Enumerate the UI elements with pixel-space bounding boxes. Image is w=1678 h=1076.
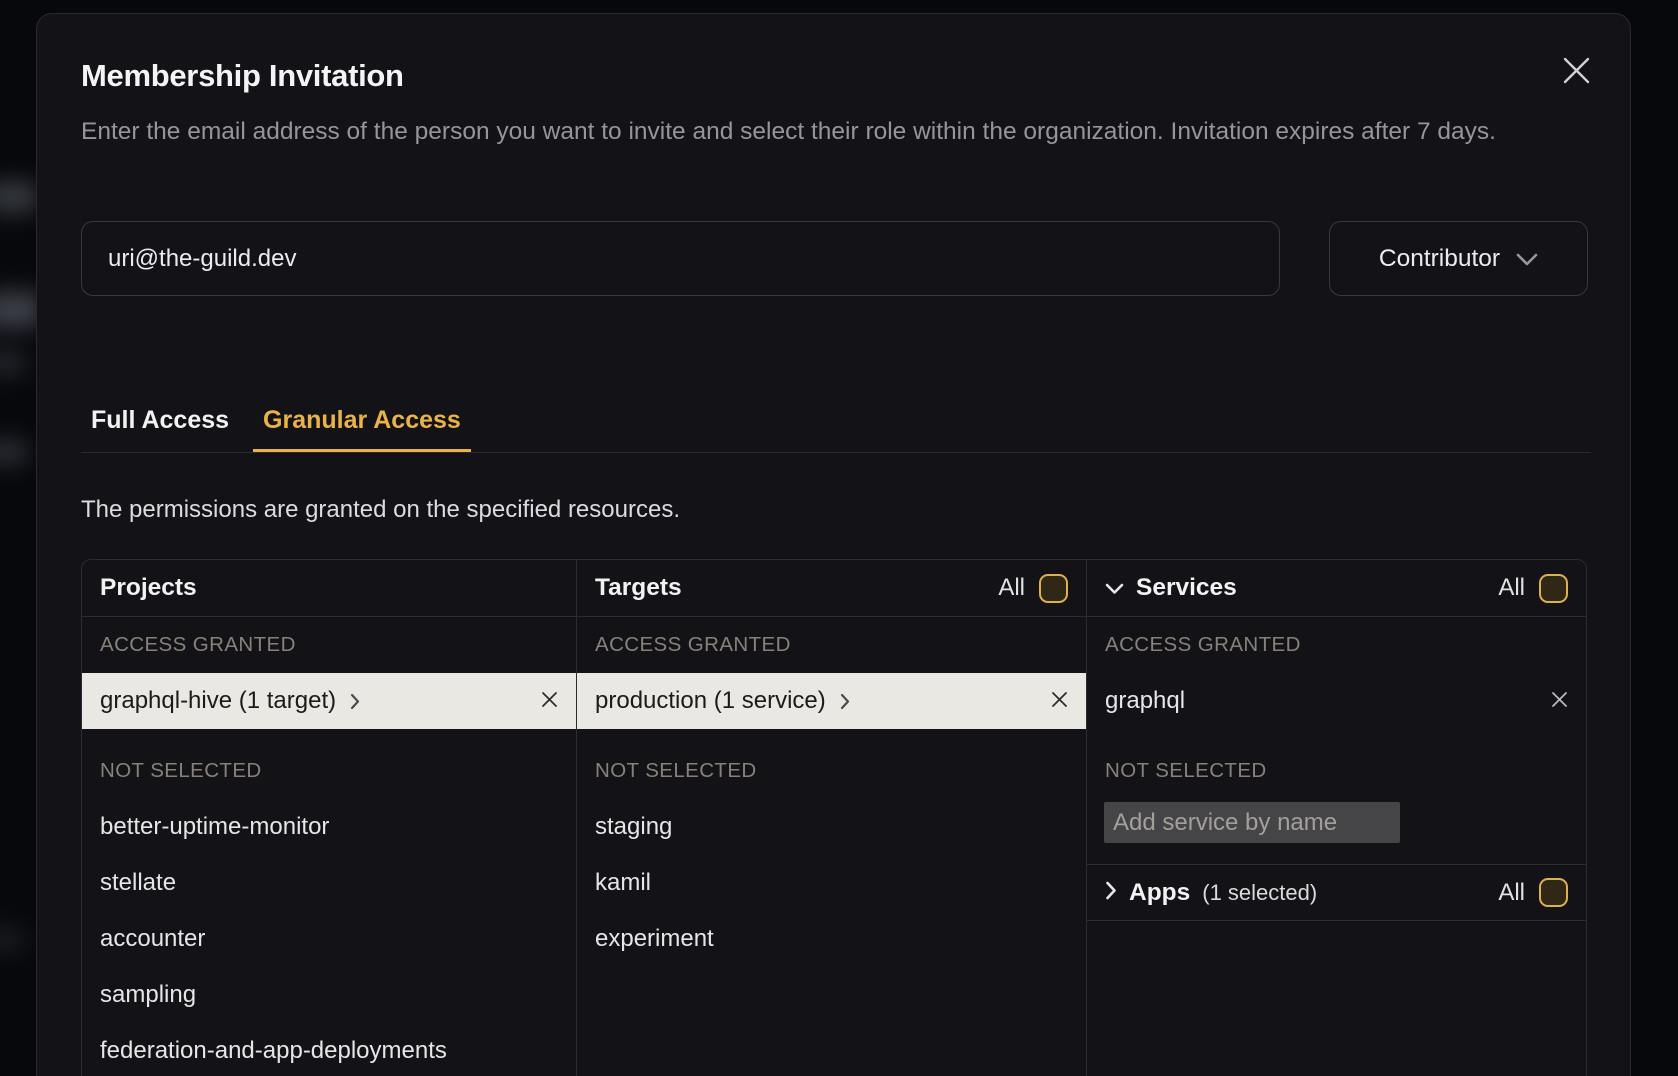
- backdrop-blur-artifact: [0, 440, 28, 464]
- backdrop-blur-artifact: [0, 928, 24, 950]
- tab-granular-access-label: Granular Access: [263, 406, 461, 435]
- target-list-item[interactable]: experiment: [577, 911, 1086, 967]
- services-all-checkbox[interactable]: [1539, 574, 1568, 603]
- tab-full-access[interactable]: Full Access: [81, 397, 239, 452]
- services-column-header[interactable]: Services All: [1086, 560, 1586, 617]
- close-icon: [541, 691, 558, 711]
- close-icon: [1051, 691, 1068, 711]
- permissions-note: The permissions are granted on the speci…: [81, 496, 680, 524]
- project-item-label: federation-and-app-deployments: [100, 1037, 447, 1065]
- target-item-label: experiment: [595, 925, 714, 953]
- backdrop-blur-artifact: [0, 182, 38, 212]
- chevron-right-icon: [840, 693, 850, 710]
- target-selected-row[interactable]: production (1 service): [577, 673, 1086, 729]
- remove-project-button[interactable]: [541, 691, 558, 711]
- chevron-down-icon: [1516, 245, 1538, 273]
- project-selected-name: graphql-hive (1 target): [100, 687, 336, 715]
- targets-access-granted-label: ACCESS GRANTED: [577, 617, 1086, 673]
- add-service-input[interactable]: [1104, 802, 1400, 843]
- targets-column-header: Targets All: [576, 560, 1086, 617]
- chevron-right-icon: [1105, 881, 1117, 905]
- projects-column-header: Projects: [82, 560, 576, 617]
- chevron-down-icon: [1105, 574, 1124, 602]
- project-item-label: sampling: [100, 981, 196, 1009]
- access-tabs: Full Access Granular Access: [81, 397, 1591, 453]
- chevron-right-icon: [350, 693, 360, 710]
- targets-header-label: Targets: [595, 574, 682, 602]
- target-list-item[interactable]: staging: [577, 799, 1086, 855]
- services-header-label: Services: [1136, 574, 1237, 602]
- backdrop-blur-artifact: [0, 352, 26, 374]
- apps-all-checkbox[interactable]: [1539, 878, 1568, 907]
- projects-access-granted-label: ACCESS GRANTED: [82, 617, 576, 673]
- apps-label: Apps: [1129, 879, 1190, 907]
- service-granted-name: graphql: [1105, 687, 1185, 715]
- project-item-label: accounter: [100, 925, 205, 953]
- project-list-item[interactable]: federation-and-app-deployments: [82, 1023, 576, 1076]
- tab-granular-access[interactable]: Granular Access: [253, 397, 471, 452]
- resources-table: Projects Targets All Services All: [81, 559, 1587, 1076]
- targets-column: ACCESS GRANTED production (1 service) NO…: [576, 617, 1086, 1076]
- role-dropdown[interactable]: Contributor: [1329, 221, 1588, 296]
- services-not-selected-label: NOT SELECTED: [1087, 743, 1586, 799]
- apps-selected-count: (1 selected): [1202, 880, 1317, 906]
- table-body-row: ACCESS GRANTED graphql-hive (1 target) N…: [82, 617, 1586, 1076]
- target-list-item[interactable]: kamil: [577, 855, 1086, 911]
- targets-all-label: All: [998, 574, 1025, 602]
- services-access-granted-label: ACCESS GRANTED: [1087, 617, 1586, 673]
- apps-section-header[interactable]: Apps (1 selected) All: [1087, 864, 1586, 921]
- target-selected-name: production (1 service): [595, 687, 826, 715]
- targets-not-selected-label: NOT SELECTED: [577, 743, 1086, 799]
- target-item-label: staging: [595, 813, 672, 841]
- target-item-label: kamil: [595, 869, 651, 897]
- table-header-row: Projects Targets All Services All: [82, 560, 1586, 617]
- services-all-label: All: [1498, 574, 1525, 602]
- dialog-description: Enter the email address of the person yo…: [81, 113, 1591, 150]
- project-item-label: better-uptime-monitor: [100, 813, 329, 841]
- apps-all-label: All: [1498, 879, 1525, 907]
- close-icon: [1563, 57, 1590, 87]
- project-list-item[interactable]: accounter: [82, 911, 576, 967]
- targets-all-checkbox[interactable]: [1039, 574, 1068, 603]
- email-field[interactable]: [81, 221, 1280, 296]
- project-selected-row[interactable]: graphql-hive (1 target): [82, 673, 576, 729]
- membership-invitation-dialog: Membership Invitation Enter the email ad…: [36, 13, 1631, 1076]
- project-list-item[interactable]: sampling: [82, 967, 576, 1023]
- tab-full-access-label: Full Access: [91, 406, 229, 435]
- remove-service-button[interactable]: [1551, 691, 1568, 711]
- project-list-item[interactable]: stellate: [82, 855, 576, 911]
- dialog-title: Membership Invitation: [81, 58, 404, 94]
- projects-column: ACCESS GRANTED graphql-hive (1 target) N…: [82, 617, 576, 1076]
- projects-not-selected-label: NOT SELECTED: [82, 743, 576, 799]
- role-dropdown-value: Contributor: [1379, 245, 1500, 273]
- remove-target-button[interactable]: [1051, 691, 1068, 711]
- close-button[interactable]: [1560, 56, 1592, 88]
- project-list-item[interactable]: better-uptime-monitor: [82, 799, 576, 855]
- close-icon: [1551, 691, 1568, 711]
- services-column: ACCESS GRANTED graphql NOT SELECTED: [1086, 617, 1586, 1076]
- project-item-label: stellate: [100, 869, 176, 897]
- service-granted-row[interactable]: graphql: [1087, 673, 1586, 729]
- projects-header-label: Projects: [100, 574, 197, 602]
